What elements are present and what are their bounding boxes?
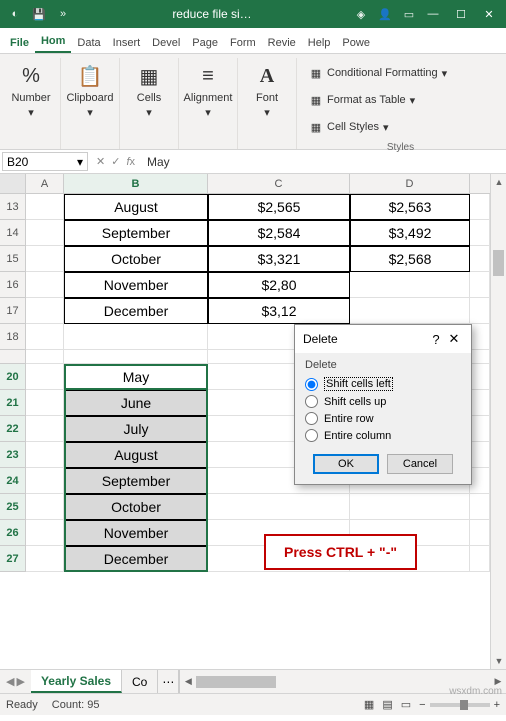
- view-break-icon[interactable]: ▭: [401, 698, 411, 711]
- tab-home[interactable]: Hom: [35, 31, 71, 53]
- ribbon-tabs: File Hom Data Insert Devel Page Form Rev…: [0, 28, 506, 54]
- enter-formula-icon[interactable]: ✓: [111, 155, 120, 168]
- prev-sheet-icon[interactable]: ◀: [6, 675, 14, 688]
- window-title: reduce file si…: [74, 7, 350, 21]
- status-mode: Ready: [6, 699, 38, 711]
- vertical-scrollbar[interactable]: ▲ ▼: [490, 174, 506, 669]
- cancel-formula-icon[interactable]: ✕: [96, 155, 105, 168]
- tab-file[interactable]: File: [4, 33, 35, 53]
- sheet-tabs-bar: ◀ ▶ Yearly Sales Co ⋯ ◀ ▶: [0, 669, 506, 693]
- chevron-right-icon[interactable]: »: [52, 3, 74, 25]
- scroll-down-icon[interactable]: ▼: [491, 653, 506, 669]
- cells-button[interactable]: ▦Cells▾: [126, 58, 172, 119]
- scroll-track[interactable]: [491, 190, 506, 653]
- zoom-slider[interactable]: [430, 703, 490, 707]
- dialog-help-icon[interactable]: ?: [427, 332, 445, 347]
- status-count: Count: 95: [52, 699, 100, 711]
- alignment-button[interactable]: ≡Alignment▾: [185, 58, 231, 119]
- active-cell[interactable]: May: [64, 364, 208, 390]
- tab-formulas[interactable]: Form: [224, 33, 262, 53]
- delete-dialog: Delete ? ✕ Delete Shift cells left Shift…: [294, 324, 472, 485]
- tab-developer[interactable]: Devel: [146, 33, 186, 53]
- group-cells: ▦Cells▾: [120, 58, 179, 149]
- more-tabs-icon[interactable]: ⋯: [158, 670, 179, 693]
- number-format-button[interactable]: %Number▾: [8, 58, 54, 119]
- status-bar: Ready Count: 95 ▦ ▤ ▭ − +: [0, 693, 506, 715]
- clipboard-button[interactable]: 📋Clipboard▾: [67, 58, 113, 119]
- tab-data[interactable]: Data: [71, 33, 106, 53]
- user-icon[interactable]: 👤: [374, 3, 396, 25]
- minimize-button[interactable]: —: [420, 3, 446, 25]
- dialog-close-icon[interactable]: ✕: [445, 331, 463, 347]
- option-entire-row[interactable]: Entire row: [305, 410, 461, 427]
- group-number: %Number▾: [2, 58, 61, 149]
- watermark: wsxdm.com: [449, 686, 502, 697]
- zoom-out-icon[interactable]: −: [419, 699, 425, 711]
- delete-options: Delete Shift cells left Shift cells up E…: [305, 359, 461, 444]
- title-bar: ◐ 💾 » reduce file si… ◈ 👤 ▭ — ☐ ✕: [0, 0, 506, 28]
- option-entire-column[interactable]: Entire column: [305, 427, 461, 444]
- tab-power[interactable]: Powe: [336, 33, 376, 53]
- select-all-corner[interactable]: [0, 174, 26, 193]
- formula-bar-row: B20▾ ✕ ✓ fx May: [0, 150, 506, 174]
- column-headers: A B C D: [0, 174, 490, 194]
- tab-review[interactable]: Revie: [262, 33, 302, 53]
- dialog-title: Delete: [303, 332, 427, 346]
- cell-styles-button[interactable]: ▦Cell Styles▾: [307, 114, 449, 140]
- maximize-button[interactable]: ☐: [448, 3, 474, 25]
- table-icon: ▦: [309, 93, 323, 107]
- tab-page[interactable]: Page: [186, 33, 224, 53]
- diamond-icon[interactable]: ◈: [350, 3, 372, 25]
- chevron-down-icon[interactable]: ▾: [77, 155, 83, 169]
- col-header-d[interactable]: D: [350, 174, 470, 193]
- dialog-titlebar[interactable]: Delete ? ✕: [295, 325, 471, 353]
- group-styles: ▦Conditional Formatting▾ ▦Format as Tabl…: [297, 58, 504, 149]
- scroll-left-icon[interactable]: ◀: [180, 674, 196, 690]
- save-icon[interactable]: 💾: [28, 3, 50, 25]
- instruction-callout: Press CTRL + "-": [264, 534, 417, 570]
- formula-input[interactable]: May: [141, 150, 506, 173]
- view-normal-icon[interactable]: ▦: [364, 698, 374, 711]
- scroll-up-icon[interactable]: ▲: [491, 174, 506, 190]
- conditional-formatting-button[interactable]: ▦Conditional Formatting▾: [307, 60, 449, 86]
- name-box[interactable]: B20▾: [2, 152, 88, 171]
- group-alignment: ≡Alignment▾: [179, 58, 238, 149]
- option-shift-left[interactable]: Shift cells left: [305, 375, 461, 393]
- font-button[interactable]: AFont▾: [244, 58, 290, 119]
- ribbon-options-icon[interactable]: ▭: [398, 3, 420, 25]
- group-clipboard: 📋Clipboard▾: [61, 58, 120, 149]
- col-header-b[interactable]: B: [64, 174, 208, 193]
- fx-icon[interactable]: fx: [126, 156, 135, 168]
- quick-access-toolbar: ◐ 💾 »: [4, 3, 74, 25]
- sheet-tab-2[interactable]: Co: [122, 670, 158, 693]
- sheet-tab-active[interactable]: Yearly Sales: [31, 670, 122, 693]
- zoom-in-icon[interactable]: +: [494, 699, 500, 711]
- next-sheet-icon[interactable]: ▶: [16, 675, 24, 688]
- group-font: AFont▾: [238, 58, 297, 149]
- tab-help[interactable]: Help: [302, 33, 337, 53]
- tab-insert[interactable]: Insert: [107, 33, 147, 53]
- autosave-icon[interactable]: ◐: [4, 3, 26, 25]
- ribbon: %Number▾ 📋Clipboard▾ ▦Cells▾ ≡Alignment▾…: [0, 54, 506, 150]
- view-page-icon[interactable]: ▤: [382, 698, 392, 711]
- formula-controls: ✕ ✓ fx: [90, 150, 141, 173]
- col-header-c[interactable]: C: [208, 174, 350, 193]
- col-header-a[interactable]: A: [26, 174, 64, 193]
- row-header[interactable]: 13: [0, 194, 26, 220]
- zoom-control[interactable]: − +: [419, 699, 500, 711]
- cell-styles-icon: ▦: [309, 120, 323, 134]
- scroll-thumb[interactable]: [493, 250, 504, 276]
- close-button[interactable]: ✕: [476, 3, 502, 25]
- option-shift-up[interactable]: Shift cells up: [305, 393, 461, 410]
- format-as-table-button[interactable]: ▦Format as Table▾: [307, 87, 449, 113]
- sheet-nav: ◀ ▶: [0, 670, 31, 693]
- ok-button[interactable]: OK: [313, 454, 379, 474]
- cell[interactable]: August: [64, 194, 208, 220]
- cancel-button[interactable]: Cancel: [387, 454, 453, 474]
- cond-fmt-icon: ▦: [309, 66, 323, 80]
